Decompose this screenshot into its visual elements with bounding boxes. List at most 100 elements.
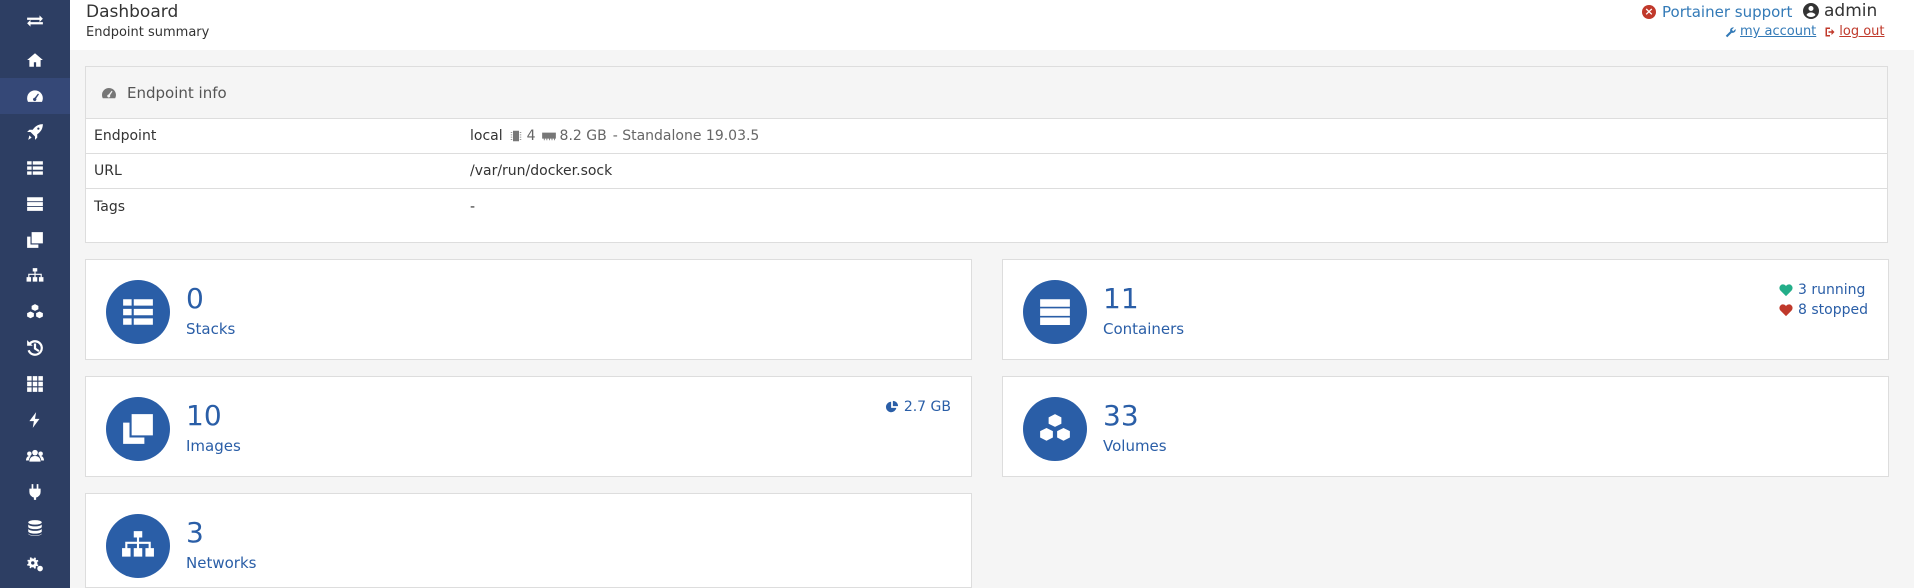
endpoint-info-panel: Endpoint info Endpoint local 4 8.2 GB - … [85,66,1888,243]
sitemap-icon [26,268,44,282]
pie-chart-icon [885,400,898,413]
running-status: 3 running [1779,280,1868,300]
networks-label: Networks [186,554,257,572]
stacks-count: 0 [186,282,204,315]
sitemap-icon [122,531,154,557]
sidebar-item-networks[interactable] [0,258,70,294]
sidebar [0,0,70,588]
networks-widget[interactable]: 3 Networks [85,493,972,588]
sidebar-item-registries[interactable] [0,510,70,546]
my-account-link[interactable]: my account [1725,24,1816,39]
endpoint-mode: - Standalone 19.03.5 [612,128,760,144]
url-key: URL [94,163,122,179]
sidebar-item-dashboard[interactable] [0,78,70,114]
images-count: 10 [186,399,222,432]
bolt-icon [29,412,40,428]
networks-count: 3 [186,516,204,549]
sidebar-item-endpoints[interactable] [0,474,70,510]
volumes-count: 33 [1103,399,1139,432]
memory-icon [541,132,556,141]
volumes-label: Volumes [1103,437,1167,455]
stacks-label: Stacks [186,320,236,338]
sidebar-item-users[interactable] [0,438,70,474]
log-out-link[interactable]: log out [1824,24,1885,39]
endpoint-key: Endpoint [94,128,157,144]
tachometer-icon [27,90,43,102]
sidebar-item-settings[interactable] [0,546,70,582]
endpoint-name: local [470,128,503,144]
times-circle-icon: × [1642,5,1656,19]
stopped-label: 8 stopped [1798,302,1868,318]
sidebar-toggle-button[interactable] [0,0,70,42]
portainer-support-label: Portainer support [1662,3,1793,21]
sidebar-item-events[interactable] [0,330,70,366]
database-icon [28,520,42,536]
tachometer-icon [102,87,116,98]
history-icon [27,340,43,356]
volumes-widget[interactable]: 33 Volumes [1002,376,1889,477]
images-widget[interactable]: 10 Images 2.7 GB [85,376,972,477]
page-title: Dashboard [86,2,179,22]
sidebar-item-host[interactable] [0,366,70,402]
server-icon [27,197,43,211]
images-size-label: 2.7 GB [903,399,951,415]
sidebar-item-volumes[interactable] [0,294,70,330]
stacks-widget[interactable]: 0 Stacks [85,259,972,360]
home-icon [27,53,43,67]
tags-value: - [470,198,476,215]
account-links: my account log out [1725,24,1885,39]
user-circle-icon [1803,3,1819,19]
heartbeat-icon [1779,304,1793,317]
stopped-status: 8 stopped [1779,300,1868,320]
stacks-widget-icon [106,280,170,344]
sign-out-icon [1825,27,1835,36]
images-widget-icon [106,397,170,461]
tags-key: Tags [94,198,125,215]
page-subtitle: Endpoint summary [86,25,210,40]
tags-row: Tags - [86,189,1887,224]
containers-count: 11 [1103,282,1139,315]
sidebar-item-home[interactable] [0,42,70,78]
url-value: /var/run/docker.sock [470,163,613,179]
containers-label: Containers [1103,320,1185,338]
portainer-support-link[interactable]: × Portainer support [1642,3,1792,21]
endpoint-info-title: Endpoint info [127,83,227,102]
memory-size: 8.2 GB [541,128,607,144]
my-account-label: my account [1740,24,1817,39]
cpu-count-value: 4 [526,128,536,144]
sidebar-item-containers[interactable] [0,186,70,222]
containers-widget[interactable]: 11 Containers 3 running 8 stopped [1002,259,1889,360]
page-header: Dashboard Endpoint summary × Portainer s… [70,0,1914,50]
cubes-icon [27,304,43,319]
url-row: URL /var/run/docker.sock [86,154,1887,189]
log-out-label: log out [1839,24,1885,39]
cpu-count: 4 [509,128,536,144]
endpoint-info-header: Endpoint info [86,67,1887,119]
cogs-icon [27,557,43,572]
sidebar-item-app-templates[interactable] [0,114,70,150]
server-icon [1040,299,1070,325]
images-size: 2.7 GB [885,397,951,417]
sidebar-item-stacks[interactable] [0,150,70,186]
endpoint-row: Endpoint local 4 8.2 GB - Standalone 19.… [86,119,1887,154]
endpoint-value: local 4 8.2 GB - Standalone 19.03.5 [470,128,759,144]
microchip-icon [510,130,521,142]
containers-widget-icon [1023,280,1087,344]
plug-icon [29,484,41,500]
th-list-icon [27,161,43,175]
cubes-icon [1040,414,1070,441]
rocket-icon [27,124,43,140]
running-label: 3 running [1798,282,1866,298]
images-size-line: 2.7 GB [885,397,951,417]
clone-icon [27,232,43,248]
memory-size-value: 8.2 GB [559,128,607,144]
clone-icon [123,414,153,444]
wrench-icon [1725,26,1736,37]
sidebar-item-images[interactable] [0,222,70,258]
heartbeat-icon [1779,284,1793,297]
images-label: Images [186,437,241,455]
exchange-icon [27,15,43,27]
networks-widget-icon [106,514,170,578]
sidebar-item-extensions[interactable] [0,402,70,438]
user-name: admin [1803,1,1877,21]
